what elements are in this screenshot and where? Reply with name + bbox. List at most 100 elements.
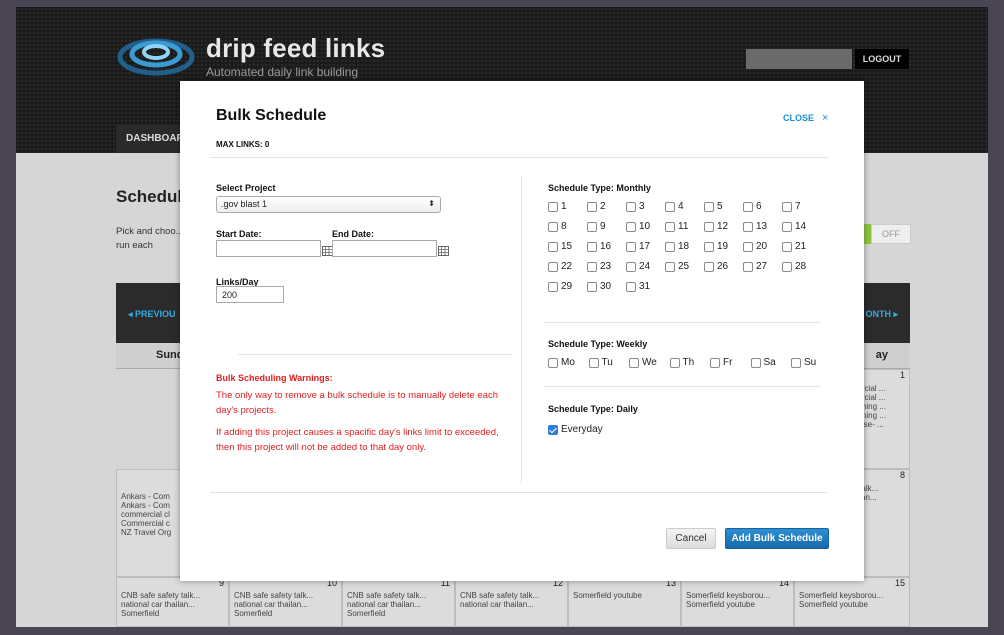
checkbox-box[interactable] <box>782 221 792 232</box>
start-date-input[interactable] <box>216 240 321 257</box>
checkbox-box[interactable] <box>548 281 558 292</box>
checkbox-day[interactable]: 2 <box>587 201 606 212</box>
calendar-cell[interactable]: 11 CNB safe safety talk... national car … <box>342 577 455 627</box>
checkbox-box[interactable] <box>548 221 558 232</box>
checkbox-day[interactable]: 8 <box>548 221 567 232</box>
checkbox-day[interactable]: 24 <box>626 261 650 272</box>
user-name-box[interactable] <box>746 49 852 69</box>
checkbox-box[interactable] <box>665 221 675 232</box>
checkbox-day[interactable]: 16 <box>587 241 611 252</box>
cancel-button[interactable]: Cancel <box>666 528 716 549</box>
checkbox-box[interactable] <box>704 201 714 212</box>
calendar-icon[interactable] <box>438 243 449 256</box>
checkbox-box[interactable] <box>704 241 714 252</box>
checkbox-box[interactable] <box>588 357 599 368</box>
checkbox-box[interactable] <box>587 241 597 252</box>
calendar-cell[interactable]: 13 Somerfield youtube <box>568 577 681 627</box>
checkbox-day[interactable]: 1 <box>548 201 567 212</box>
calendar-cell[interactable]: 14 Somerfield keysborou... Somerfield yo… <box>681 577 794 627</box>
checkbox-box[interactable] <box>665 241 675 252</box>
checkbox-checked-icon[interactable] <box>548 424 558 435</box>
cell-event[interactable]: national car thailan... <box>347 600 450 609</box>
checkbox-box[interactable] <box>750 357 761 368</box>
checkbox-day[interactable]: 6 <box>743 201 762 212</box>
checkbox-box[interactable] <box>704 261 714 272</box>
cell-event[interactable]: national car thailan... <box>121 600 224 609</box>
checkbox-box[interactable] <box>626 221 636 232</box>
logout-button[interactable]: LOGOUT <box>855 49 909 69</box>
cell-event[interactable]: CNB safe safety talk... <box>121 591 224 600</box>
schedule-toggle[interactable]: OFF <box>859 224 911 244</box>
checkbox-day[interactable]: 22 <box>548 261 572 272</box>
calendar-cell[interactable]: 15 Somerfield keysborou... Somerfield yo… <box>794 577 910 627</box>
checkbox-box[interactable] <box>743 241 753 252</box>
checkbox-day[interactable]: 5 <box>704 201 723 212</box>
checkbox-box[interactable] <box>629 357 639 368</box>
checkbox-box[interactable] <box>626 201 636 212</box>
checkbox-box[interactable] <box>791 357 801 368</box>
checkbox-box[interactable] <box>782 201 792 212</box>
checkbox-weekday[interactable]: Su <box>791 357 816 368</box>
checkbox-weekday[interactable]: We <box>629 357 657 368</box>
checkbox-day[interactable]: 10 <box>626 221 650 232</box>
close-button[interactable]: CLOSE <box>783 113 814 123</box>
checkbox-box[interactable] <box>548 201 558 212</box>
cell-event[interactable]: national car thailan... <box>460 600 563 609</box>
checkbox-everyday[interactable]: Everyday <box>548 424 603 435</box>
checkbox-box[interactable] <box>587 221 597 232</box>
checkbox-day[interactable]: 20 <box>743 241 767 252</box>
checkbox-box[interactable] <box>710 357 720 368</box>
checkbox-day[interactable]: 26 <box>704 261 728 272</box>
checkbox-weekday[interactable]: Tu <box>588 357 613 368</box>
cell-event[interactable]: Somerfield youtube <box>573 591 676 600</box>
checkbox-day[interactable]: 18 <box>665 241 689 252</box>
checkbox-weekday[interactable]: Mo <box>548 357 575 368</box>
cell-event[interactable]: Somerfield youtube <box>686 600 789 609</box>
checkbox-box[interactable] <box>548 261 558 272</box>
checkbox-day[interactable]: 25 <box>665 261 689 272</box>
checkbox-box[interactable] <box>665 261 675 272</box>
checkbox-day[interactable]: 30 <box>587 281 611 292</box>
checkbox-day[interactable]: 31 <box>626 281 650 292</box>
checkbox-day[interactable]: 28 <box>782 261 806 272</box>
checkbox-day[interactable]: 27 <box>743 261 767 272</box>
checkbox-weekday[interactable]: Th <box>669 357 694 368</box>
calendar-cell[interactable]: 9 CNB safe safety talk... national car t… <box>116 577 229 627</box>
checkbox-day[interactable]: 13 <box>743 221 767 232</box>
project-select[interactable]: .gov blast 1 ⬍ <box>216 196 441 213</box>
cell-event[interactable]: national car thailan... <box>234 600 337 609</box>
checkbox-box[interactable] <box>743 261 753 272</box>
checkbox-box[interactable] <box>548 241 558 252</box>
cell-event[interactable]: Somerfield <box>234 609 337 618</box>
cell-event[interactable]: Somerfield youtube <box>799 600 905 609</box>
checkbox-box[interactable] <box>587 201 597 212</box>
checkbox-day[interactable]: 9 <box>587 221 606 232</box>
checkbox-day[interactable]: 19 <box>704 241 728 252</box>
close-icon[interactable]: × <box>822 112 828 124</box>
cell-event[interactable]: Somerfield keysborou... <box>686 591 789 600</box>
checkbox-day[interactable]: 4 <box>665 201 684 212</box>
next-month-button[interactable]: ONTH ▸ <box>865 309 898 320</box>
checkbox-box[interactable] <box>782 261 792 272</box>
checkbox-day[interactable]: 17 <box>626 241 650 252</box>
checkbox-weekday[interactable]: Fr <box>710 357 732 368</box>
cell-event[interactable]: Somerfield <box>121 609 224 618</box>
checkbox-box[interactable] <box>626 241 636 252</box>
checkbox-weekday[interactable]: Sa <box>750 357 776 368</box>
add-bulk-schedule-button[interactable]: Add Bulk Schedule <box>725 528 829 549</box>
checkbox-box[interactable] <box>782 241 792 252</box>
cell-event[interactable]: CNB safe safety talk... <box>234 591 337 600</box>
checkbox-day[interactable]: 14 <box>782 221 806 232</box>
end-date-input[interactable] <box>332 240 437 257</box>
toggle-off-segment[interactable]: OFF <box>871 224 911 244</box>
checkbox-box[interactable] <box>548 357 558 368</box>
checkbox-day[interactable]: 29 <box>548 281 572 292</box>
checkbox-day[interactable]: 7 <box>782 201 801 212</box>
checkbox-box[interactable] <box>743 221 753 232</box>
checkbox-day[interactable]: 21 <box>782 241 806 252</box>
checkbox-box[interactable] <box>665 201 675 212</box>
checkbox-box[interactable] <box>669 357 680 368</box>
checkbox-day[interactable]: 12 <box>704 221 728 232</box>
cell-event[interactable]: Somerfield <box>347 609 450 618</box>
calendar-cell[interactable]: 10 CNB safe safety talk... national car … <box>229 577 342 627</box>
